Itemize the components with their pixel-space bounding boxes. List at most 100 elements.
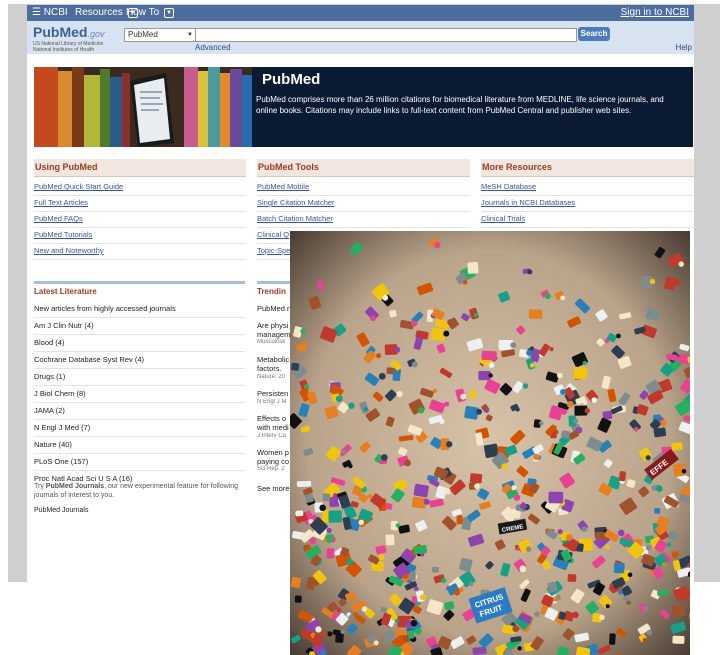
journal-item[interactable]: Blood (4) bbox=[34, 334, 245, 351]
puzzle-piece-knob bbox=[376, 353, 382, 359]
advanced-search-link[interactable]: Advanced bbox=[195, 43, 231, 52]
trending-item-source: N Engl J M bbox=[257, 399, 287, 405]
resources-link-mesh[interactable]: MeSH Database bbox=[481, 180, 693, 196]
puzzle-piece-knob bbox=[627, 572, 633, 578]
puzzle-piece-knob bbox=[671, 551, 679, 559]
search-input[interactable] bbox=[195, 28, 577, 42]
puzzle-piece bbox=[672, 635, 685, 644]
puzzle-piece bbox=[296, 480, 312, 487]
tools-link-batch-citation[interactable]: Batch Citation Matcher bbox=[257, 212, 469, 228]
trending-divider bbox=[257, 281, 292, 284]
puzzle-piece-knob bbox=[327, 631, 333, 637]
ncbi-logo-icon: ☰ bbox=[32, 7, 41, 18]
journal-item[interactable]: Am J Clin Nutr (4) bbox=[34, 317, 245, 334]
journal-item[interactable]: Cochrane Database Syst Rev (4) bbox=[34, 351, 245, 368]
trending-item-title-2[interactable]: paying co bbox=[257, 457, 290, 466]
puzzle-piece-knob bbox=[473, 312, 479, 318]
ncbi-logo-link[interactable]: ☰ NCBI bbox=[32, 7, 68, 18]
puzzle-piece-knob bbox=[656, 485, 663, 492]
trending-item-source: J Interv Ca bbox=[257, 433, 287, 439]
puzzle-piece-knob bbox=[591, 397, 598, 403]
puzzle-piece-knob bbox=[336, 607, 342, 613]
puzzle-piece bbox=[573, 366, 588, 380]
puzzle-piece-knob bbox=[645, 455, 651, 461]
books-tablet-image bbox=[34, 67, 252, 147]
puzzle-piece-knob bbox=[605, 544, 610, 550]
note-bold: PubMed Journals bbox=[45, 483, 105, 490]
puzzle-piece-knob bbox=[666, 542, 672, 547]
puzzle-piece-knob bbox=[539, 420, 544, 426]
pubmed-journals-link[interactable]: PubMed Journals bbox=[34, 507, 88, 514]
tools-link-single-citation[interactable]: Single Citation Matcher bbox=[257, 196, 469, 212]
trending-item-title[interactable]: Effects o bbox=[257, 414, 290, 423]
puzzle-piece-knob bbox=[511, 484, 517, 491]
trending-item-title[interactable]: Women p bbox=[257, 448, 290, 457]
puzzle-piece-knob bbox=[315, 626, 322, 633]
journal-item[interactable]: Drugs (1) bbox=[34, 368, 245, 385]
puzzle-piece-knob bbox=[363, 407, 368, 412]
trending-see-more-link[interactable]: See more bbox=[257, 484, 290, 493]
trending-item-title-2[interactable]: managem bbox=[257, 330, 290, 339]
trending-item-title[interactable]: Are physi bbox=[257, 321, 290, 330]
trending-item-source: Nature. 20 bbox=[257, 374, 286, 380]
latest-literature-subtitle: New articles from highly accessed journa… bbox=[34, 304, 176, 313]
trending-heading: Trendin bbox=[257, 287, 286, 296]
using-link-faqs[interactable]: PubMed FAQs bbox=[34, 212, 245, 228]
journal-item[interactable]: PLoS One (157) bbox=[34, 453, 245, 470]
pubmed-logo[interactable]: PubMed.gov bbox=[33, 24, 104, 40]
puzzle-piece-knob bbox=[432, 388, 438, 394]
sign-in-link[interactable]: Sign in to NCBI bbox=[621, 7, 689, 18]
puzzle-piece-knob bbox=[526, 349, 533, 356]
latest-literature-heading: Latest Literature bbox=[34, 287, 97, 296]
puzzle-piece-knob bbox=[434, 242, 441, 249]
puzzle-piece-knob bbox=[468, 581, 474, 587]
puzzle-piece-knob bbox=[348, 402, 355, 409]
resources-link-clinical-trials[interactable]: Clinical Trials bbox=[481, 212, 693, 228]
trending-item-title-2[interactable]: factors. bbox=[257, 364, 290, 373]
puzzle-piece-knob bbox=[560, 388, 566, 395]
how-to-menu[interactable]: How To ▼ bbox=[126, 7, 174, 18]
puzzle-piece-knob bbox=[444, 401, 450, 407]
database-select[interactable]: PubMed ▼ bbox=[124, 28, 197, 42]
puzzle-piece-knob bbox=[557, 529, 563, 535]
resources-label: Resources bbox=[75, 7, 123, 18]
puzzle-piece-knob bbox=[510, 342, 517, 349]
puzzle-piece-knob bbox=[395, 523, 401, 528]
trending-item-title-2[interactable]: with medi bbox=[257, 423, 290, 432]
puzzle-piece bbox=[295, 510, 304, 517]
puzzle-piece bbox=[328, 510, 342, 523]
search-button[interactable]: Search bbox=[578, 27, 610, 41]
puzzle-piece-knob bbox=[650, 278, 656, 285]
resources-link-journals[interactable]: Journals in NCBI Databases bbox=[481, 196, 693, 212]
puzzle-piece-knob bbox=[462, 279, 468, 285]
puzzle-piece bbox=[407, 630, 415, 639]
puzzle-piece-knob bbox=[556, 372, 563, 379]
trending-item-title[interactable]: Metabolic bbox=[257, 355, 290, 364]
trending-item-title[interactable]: Persisten bbox=[257, 389, 290, 398]
trending-item-source: Musculosk bbox=[257, 339, 286, 345]
using-link-quick-start[interactable]: PubMed Quick Start Guide bbox=[34, 180, 245, 196]
puzzle-piece-knob bbox=[605, 604, 610, 609]
using-link-noteworthy[interactable]: New and Noteworthy bbox=[34, 244, 245, 260]
more-resources-list: MeSH Database Journals in NCBI Databases… bbox=[481, 180, 693, 228]
puzzle-piece-knob bbox=[403, 573, 409, 579]
tools-link-mobile[interactable]: PubMed Mobile bbox=[257, 180, 469, 196]
journal-item[interactable]: J Biol Chem (8) bbox=[34, 385, 245, 402]
help-link[interactable]: Help bbox=[676, 43, 692, 52]
using-link-tutorials[interactable]: PubMed Tutorials bbox=[34, 228, 245, 244]
latest-literature-divider bbox=[34, 281, 245, 284]
puzzle-piece bbox=[469, 473, 483, 484]
puzzle-piece-knob bbox=[346, 558, 354, 566]
puzzle-piece-knob bbox=[348, 463, 353, 469]
puzzle-piece-knob bbox=[642, 606, 649, 612]
puzzle-piece-knob bbox=[474, 483, 480, 490]
journal-item[interactable]: JAMA (2) bbox=[34, 402, 245, 419]
puzzle-piece-knob bbox=[446, 441, 453, 448]
puzzle-piece bbox=[305, 494, 314, 503]
puzzle-piece-knob bbox=[411, 361, 418, 368]
journal-item[interactable]: Nature (40) bbox=[34, 436, 245, 453]
puzzle-piece-knob bbox=[534, 611, 540, 617]
pubmed-tools-heading: PubMed Tools bbox=[257, 159, 470, 177]
using-link-full-text[interactable]: Full Text Articles bbox=[34, 196, 245, 212]
journal-item[interactable]: N Engl J Med (7) bbox=[34, 419, 245, 436]
